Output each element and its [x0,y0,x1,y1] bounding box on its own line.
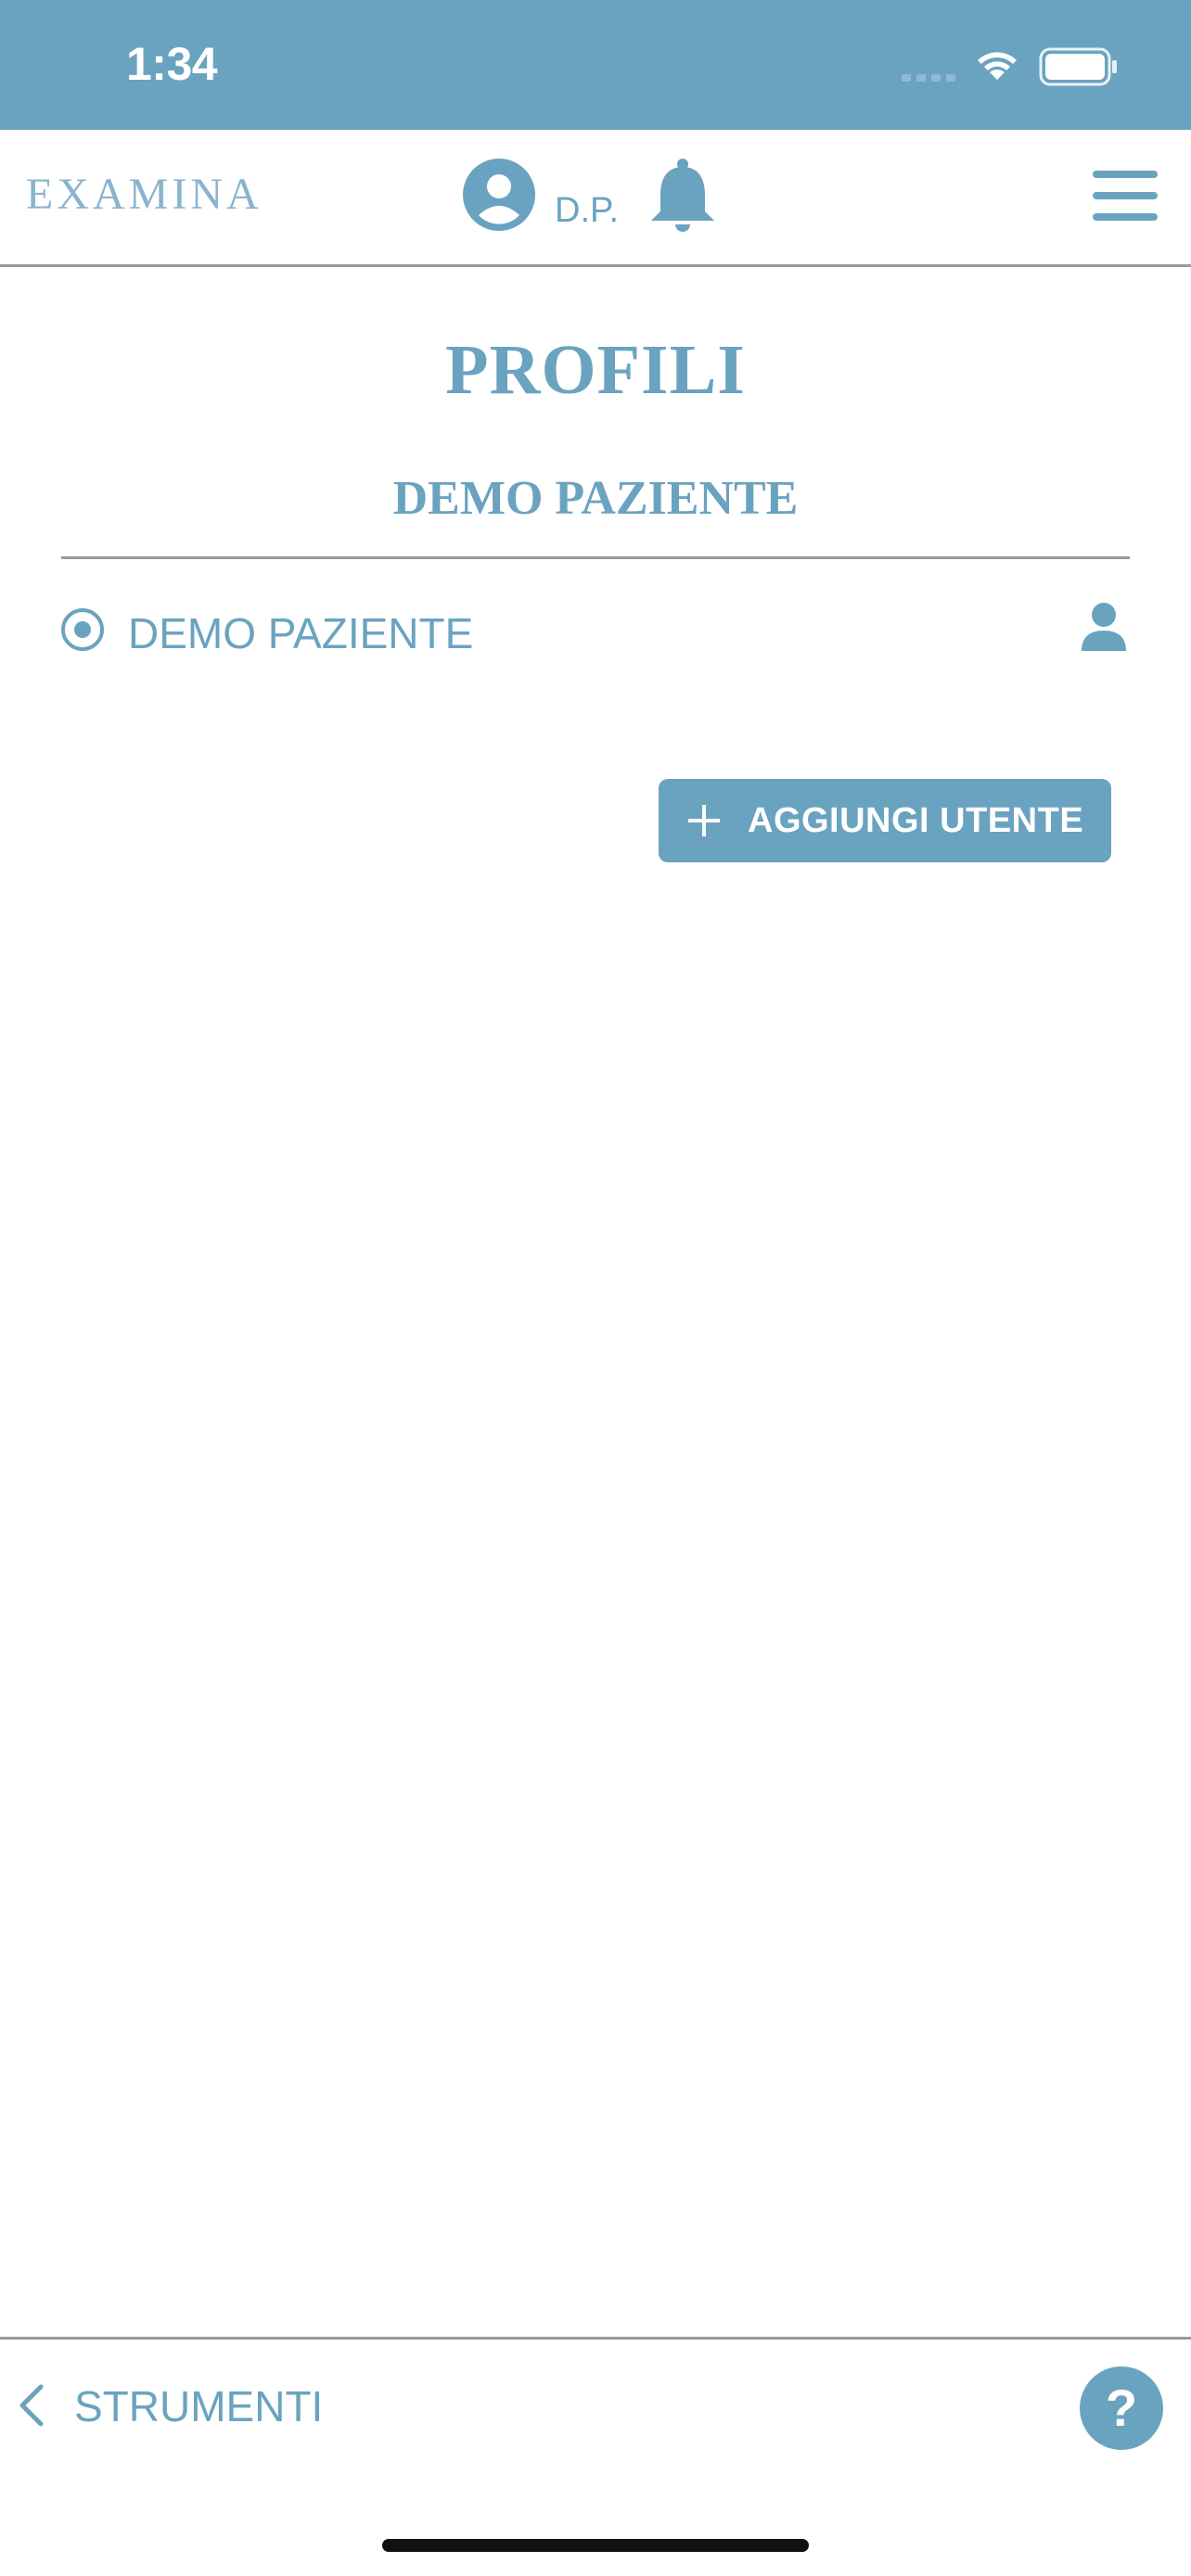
chevron-left-icon [19,2384,44,2427]
battery-icon [1039,47,1117,86]
radio-selected-icon[interactable] [59,606,106,653]
section-subtitle: DEMO PAZIENTE [392,472,799,525]
page-title: PROFILI [445,331,746,409]
screen: 1:34 EXAMINA D.P. PROFILI DEMO PAZIENTE … [0,0,1191,2576]
back-label: STRUMENTI [74,2382,324,2430]
status-time: 1:34 [126,38,218,90]
back-button[interactable]: STRUMENTI [13,2374,365,2439]
add-user-label: AGGIUNGI UTENTE [748,801,1084,840]
avatar-icon[interactable] [462,158,536,232]
plus-icon [688,805,720,836]
app-header: EXAMINA D.P. [0,130,1191,267]
app-logo: EXAMINA [26,170,263,219]
footer-divider [0,2337,1191,2340]
hamburger-menu-icon[interactable] [1091,167,1159,224]
user-initials[interactable]: D.P. [555,191,619,231]
bell-icon[interactable] [646,158,720,237]
wifi-icon [978,52,1017,80]
help-button[interactable]: ? [1080,2366,1163,2450]
profile-name: DEMO PAZIENTE [128,609,474,657]
status-bar: 1:34 [0,0,1191,130]
add-user-button[interactable]: AGGIUNGI UTENTE [659,779,1111,862]
cellular-signal-icon [902,74,955,82]
section-divider [61,556,1130,559]
home-indicator [382,2539,809,2552]
person-icon[interactable] [1080,601,1128,653]
profile-row[interactable]: DEMO PAZIENTE [56,588,1135,673]
